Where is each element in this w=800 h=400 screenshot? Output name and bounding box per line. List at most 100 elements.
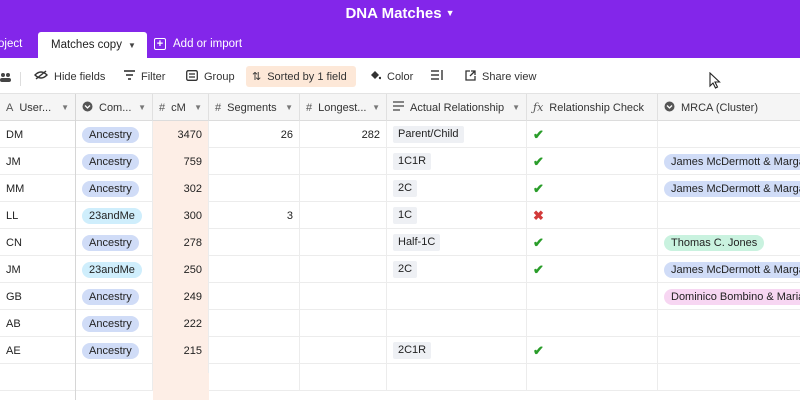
cell-company[interactable]: Ancestry (76, 175, 153, 202)
cell-segments[interactable] (209, 337, 300, 364)
cell-longest[interactable] (300, 310, 387, 337)
chevron-down-icon[interactable]: ▼ (512, 103, 520, 112)
cell-segments[interactable] (209, 229, 300, 256)
cell-longest[interactable] (300, 337, 387, 364)
cell-company[interactable]: 23andMe (76, 256, 153, 283)
cell-segments[interactable] (209, 175, 300, 202)
cell-company[interactable]: Ancestry (76, 283, 153, 310)
cell-user[interactable]: AB (0, 310, 76, 337)
cell-user[interactable]: LL (0, 202, 76, 229)
column-header-mrca[interactable]: MRCA (Cluster) (658, 94, 800, 121)
cell-user[interactable]: DM (0, 121, 76, 148)
cell-actual[interactable]: 1C1R (387, 148, 527, 175)
cell-longest[interactable] (300, 229, 387, 256)
column-header-actual-relationship[interactable]: Actual Relationship ▼ (387, 94, 527, 121)
cell-mrca[interactable]: Thomas C. Jones (658, 229, 800, 256)
cell-longest[interactable]: 282 (300, 121, 387, 148)
cell-cm[interactable]: 3470 (153, 121, 209, 148)
base-title[interactable]: DNA Matches ▼ (0, 5, 800, 22)
cell-company[interactable]: Ancestry (76, 229, 153, 256)
column-header-relationship-check[interactable]: ƒx Relationship Check (527, 94, 658, 121)
cell-actual[interactable]: Parent/Child (387, 121, 527, 148)
cell-company[interactable]: Ancestry (76, 337, 153, 364)
cell-cm[interactable]: 302 (153, 175, 209, 202)
cell-check[interactable] (527, 283, 658, 310)
cell-longest[interactable] (300, 256, 387, 283)
cell-company[interactable]: Ancestry (76, 121, 153, 148)
column-header-user[interactable]: A User... ▼ (0, 94, 76, 121)
cell-longest[interactable] (300, 283, 387, 310)
cell-company[interactable]: 23andMe (76, 202, 153, 229)
chevron-down-icon[interactable]: ▼ (128, 41, 136, 50)
chevron-down-icon[interactable]: ▼ (61, 103, 69, 112)
table-row[interactable]: AE Ancestry 215 2C1R ✔ (0, 337, 800, 364)
table-row[interactable]: LL 23andMe 300 3 1C ✖ (0, 202, 800, 229)
cell-check[interactable]: ✔ (527, 256, 658, 283)
cell-check[interactable]: ✖ (527, 202, 658, 229)
filter-button[interactable]: Filter (118, 66, 171, 87)
cell-user[interactable]: CN (0, 229, 76, 256)
cell-check[interactable] (527, 364, 658, 391)
cell-segments[interactable] (209, 364, 300, 391)
cell-actual[interactable]: 2C (387, 175, 527, 202)
cell-mrca[interactable] (658, 202, 800, 229)
chevron-down-icon[interactable]: ▼ (285, 103, 293, 112)
cell-segments[interactable] (209, 310, 300, 337)
cell-segments[interactable] (209, 148, 300, 175)
table-row[interactable]: DM Ancestry 3470 26 282 Parent/Child ✔ (0, 121, 800, 148)
column-header-company[interactable]: Com... ▼ (76, 94, 153, 121)
add-or-import-button[interactable]: + Add or import (154, 38, 242, 50)
empty-row[interactable] (0, 364, 800, 391)
cell-segments[interactable] (209, 283, 300, 310)
cell-longest[interactable] (300, 364, 387, 391)
cell-actual[interactable]: 1C (387, 202, 527, 229)
cell-cm[interactable]: 278 (153, 229, 209, 256)
hide-fields-button[interactable]: Hide fields (28, 66, 111, 87)
cell-segments[interactable]: 3 (209, 202, 300, 229)
cell-check[interactable]: ✔ (527, 148, 658, 175)
table-row[interactable]: AB Ancestry 222 (0, 310, 800, 337)
cell-check[interactable]: ✔ (527, 121, 658, 148)
cell-company[interactable]: Ancestry (76, 310, 153, 337)
cell-user[interactable]: MM (0, 175, 76, 202)
cell-mrca[interactable]: James McDermott & Marga (658, 256, 800, 283)
cell-cm[interactable]: 215 (153, 337, 209, 364)
cell-longest[interactable] (300, 148, 387, 175)
sorted-button[interactable]: ⇅ Sorted by 1 field (246, 66, 356, 87)
cell-user[interactable]: GB (0, 283, 76, 310)
cell-segments[interactable] (209, 256, 300, 283)
tab-project[interactable]: oject (0, 38, 22, 50)
cell-actual[interactable] (387, 364, 527, 391)
cell-mrca[interactable] (658, 121, 800, 148)
cell-check[interactable]: ✔ (527, 229, 658, 256)
cell-check[interactable] (527, 310, 658, 337)
cell-company[interactable] (76, 364, 153, 391)
cell-actual[interactable] (387, 310, 527, 337)
cell-cm[interactable]: 300 (153, 202, 209, 229)
share-view-button[interactable]: Share view (459, 66, 542, 87)
cell-actual[interactable] (387, 283, 527, 310)
table-row[interactable]: GB Ancestry 249 Dominico Bombino & Maria (0, 283, 800, 310)
cell-user[interactable]: JM (0, 148, 76, 175)
chevron-down-icon[interactable]: ▼ (372, 103, 380, 112)
chevron-down-icon[interactable]: ▼ (194, 103, 202, 112)
table-row[interactable]: MM Ancestry 302 2C ✔ James McDermott & Marga (0, 175, 800, 202)
table-row[interactable]: CN Ancestry 278 Half-1C ✔ Thomas C. Jones (0, 229, 800, 256)
table-row[interactable]: JM Ancestry 759 1C1R ✔ James McDermott & Marg… (0, 148, 800, 175)
cell-actual[interactable]: 2C (387, 256, 527, 283)
cell-user[interactable]: AE (0, 337, 76, 364)
group-button[interactable]: Group (180, 66, 241, 87)
cell-mrca[interactable]: James McDermott & Marga (658, 175, 800, 202)
cell-actual[interactable]: Half-1C (387, 229, 527, 256)
chevron-down-icon[interactable]: ▼ (138, 103, 146, 112)
cell-user[interactable]: JM (0, 256, 76, 283)
cell-mrca[interactable]: Dominico Bombino & Maria (658, 283, 800, 310)
cell-segments[interactable]: 26 (209, 121, 300, 148)
color-button[interactable]: Color (363, 66, 419, 87)
cell-cm[interactable]: 222 (153, 310, 209, 337)
column-header-cm[interactable]: # cM ▼ (153, 94, 209, 121)
cell-cm[interactable]: 250 (153, 256, 209, 283)
column-header-segments[interactable]: # Segments ▼ (209, 94, 300, 121)
cell-longest[interactable] (300, 175, 387, 202)
cell-check[interactable]: ✔ (527, 337, 658, 364)
